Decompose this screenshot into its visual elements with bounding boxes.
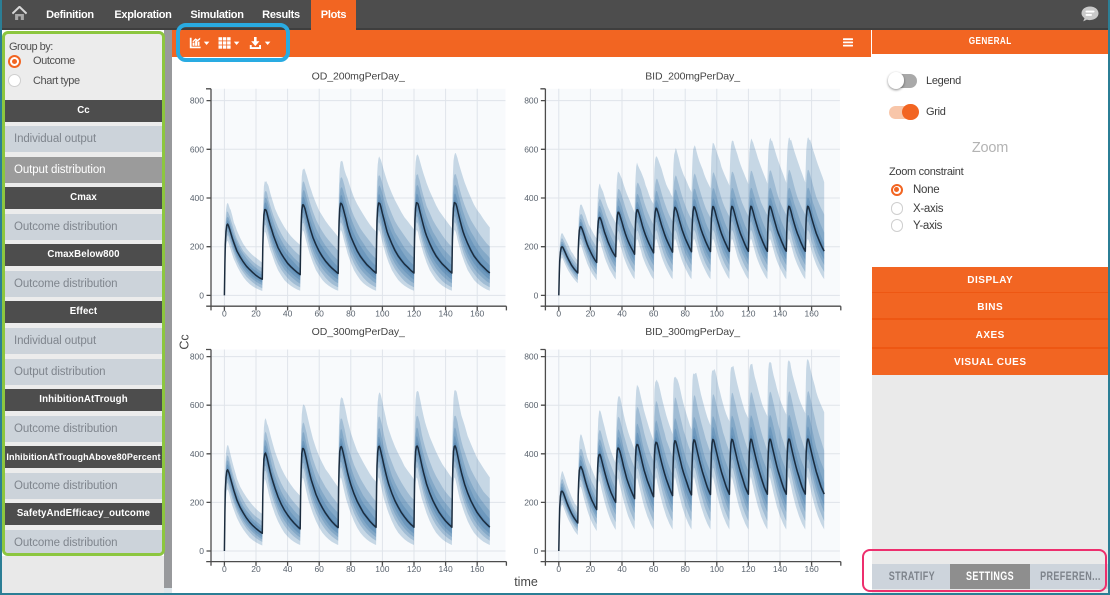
svg-text:140: 140 [439,564,453,574]
svg-text:800: 800 [524,96,538,106]
svg-text:0: 0 [556,564,561,574]
svg-text:600: 600 [190,144,204,154]
svg-text:40: 40 [283,564,293,574]
svg-text:160: 160 [470,309,484,319]
svg-text:40: 40 [617,309,627,319]
svg-text:140: 140 [773,309,787,319]
svg-text:100: 100 [375,564,389,574]
svg-text:800: 800 [190,352,204,362]
svg-text:0: 0 [556,309,561,319]
svg-text:80: 80 [346,564,356,574]
svg-text:400: 400 [524,193,538,203]
svg-text:80: 80 [680,564,690,574]
svg-text:160: 160 [805,309,819,319]
svg-text:120: 120 [741,309,755,319]
svg-text:400: 400 [524,449,538,459]
svg-text:100: 100 [710,564,724,574]
svg-text:200: 200 [190,242,204,252]
svg-text:BID_200mgPerDay_: BID_200mgPerDay_ [645,71,740,83]
svg-text:200: 200 [524,497,538,507]
svg-text:20: 20 [586,564,596,574]
svg-text:0: 0 [534,546,539,556]
svg-text:40: 40 [283,309,293,319]
svg-text:20: 20 [251,309,261,319]
svg-text:120: 120 [407,564,421,574]
svg-text:160: 160 [805,564,819,574]
svg-text:20: 20 [251,564,261,574]
svg-text:80: 80 [346,309,356,319]
svg-text:600: 600 [524,144,538,154]
svg-text:60: 60 [314,309,324,319]
svg-text:600: 600 [524,400,538,410]
svg-text:0: 0 [222,309,227,319]
svg-text:OD_300mgPerDay_: OD_300mgPerDay_ [312,326,405,338]
svg-text:60: 60 [649,309,659,319]
svg-text:100: 100 [375,309,389,319]
svg-text:0: 0 [222,564,227,574]
svg-text:80: 80 [680,309,690,319]
svg-text:20: 20 [586,309,596,319]
svg-text:600: 600 [190,400,204,410]
svg-text:120: 120 [741,564,755,574]
svg-text:400: 400 [190,449,204,459]
svg-text:time: time [514,575,538,589]
svg-text:400: 400 [190,193,204,203]
svg-text:0: 0 [199,290,204,300]
svg-text:140: 140 [773,564,787,574]
svg-text:40: 40 [617,564,627,574]
svg-text:800: 800 [190,96,204,106]
svg-text:200: 200 [190,497,204,507]
svg-text:100: 100 [710,309,724,319]
svg-text:60: 60 [314,564,324,574]
svg-text:Cc: Cc [178,334,192,349]
svg-text:OD_200mgPerDay_: OD_200mgPerDay_ [312,71,405,83]
svg-text:0: 0 [199,546,204,556]
svg-text:800: 800 [524,352,538,362]
svg-text:140: 140 [439,309,453,319]
svg-text:200: 200 [524,242,538,252]
svg-text:BID_300mgPerDay_: BID_300mgPerDay_ [645,326,740,338]
svg-text:120: 120 [407,309,421,319]
svg-text:60: 60 [649,564,659,574]
svg-text:160: 160 [470,564,484,574]
svg-text:0: 0 [534,290,539,300]
